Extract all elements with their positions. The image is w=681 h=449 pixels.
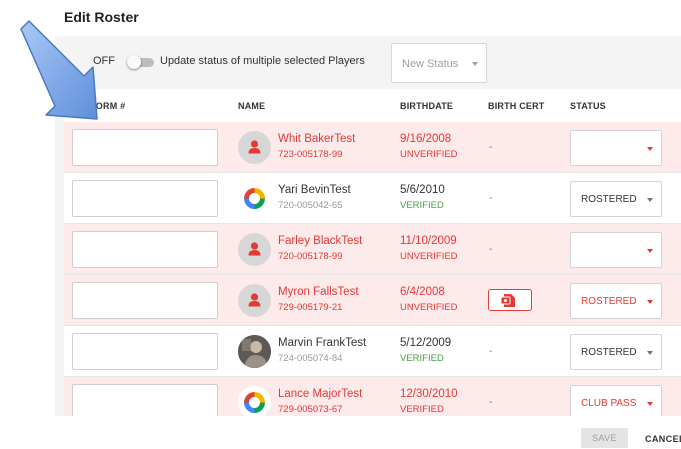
birthdate: 12/30/2010 [400, 388, 458, 400]
player-id: 724-005074-84 [278, 353, 343, 364]
status-select[interactable]: ROSTERED [570, 283, 662, 319]
person-icon [238, 131, 271, 164]
new-status-select[interactable]: New Status [391, 43, 487, 83]
chevron-down-icon [647, 249, 653, 253]
status-select[interactable] [570, 232, 662, 268]
column-header-birthdate: BIRTHDATE [400, 101, 454, 111]
player-name[interactable]: Lance MajorTest [278, 388, 362, 400]
birthdate: 9/16/2008 [400, 133, 452, 145]
player-id: 723-005178-99 [278, 149, 343, 160]
bulk-update-label: Update status of multiple selected Playe… [160, 55, 365, 67]
player-id: 729-005073-67 [278, 404, 343, 415]
status-select[interactable]: ROSTERED [570, 181, 662, 217]
uniform-number-input[interactable] [72, 129, 218, 166]
player-name[interactable]: Marvin FrankTest [278, 337, 366, 349]
verification-status: UNVERIFIED [400, 302, 458, 313]
verification-status: UNVERIFIED [400, 251, 458, 262]
player-name[interactable]: Whit BakerTest [278, 133, 355, 145]
birthdate: 5/6/2010 [400, 184, 445, 196]
status-select[interactable]: CLUB PASS [570, 385, 662, 416]
birthdate: 11/10/2009 [400, 235, 457, 247]
club-logo-icon [238, 386, 271, 416]
chevron-down-icon [647, 147, 653, 151]
column-header-uniform: UNIFORM # [74, 101, 126, 111]
person-icon [238, 233, 271, 266]
birth-cert-empty: - [489, 397, 493, 408]
column-header-status: STATUS [570, 101, 606, 111]
uniform-number-input[interactable] [72, 231, 218, 268]
player-id: 720-005178-99 [278, 251, 343, 262]
player-id: 720-005042-65 [278, 200, 343, 211]
column-header-birth-cert: BIRTH CERT [488, 101, 545, 111]
table-row: Lance MajorTest 729-005073-67 12/30/2010… [64, 377, 681, 416]
document-icon [500, 294, 515, 307]
birth-cert-button[interactable] [488, 289, 532, 311]
uniform-number-input[interactable] [72, 333, 218, 370]
status-value: ROSTERED [581, 347, 637, 358]
birthdate: 6/4/2008 [400, 286, 445, 298]
player-name[interactable]: Myron FallsTest [278, 286, 359, 298]
chevron-down-icon [647, 402, 653, 406]
chevron-down-icon [647, 198, 653, 202]
status-value: CLUB PASS [581, 398, 637, 409]
uniform-number-input[interactable] [72, 180, 218, 217]
player-name[interactable]: Farley BlackTest [278, 235, 362, 247]
save-button[interactable]: SAVE [581, 428, 628, 448]
table-row: Yari BevinTest 720-005042-65 5/6/2010 VE… [64, 173, 681, 224]
bulk-update-toggle[interactable] [127, 55, 154, 69]
table-row: Myron FallsTest 729-005179-21 6/4/2008 U… [64, 275, 681, 326]
verification-status: VERIFIED [400, 200, 444, 211]
status-value: ROSTERED [581, 296, 637, 307]
status-select[interactable] [570, 130, 662, 166]
verification-status: VERIFIED [400, 353, 444, 364]
player-photo-avatar [238, 335, 271, 368]
club-logo-icon [238, 182, 271, 215]
player-id: 729-005179-21 [278, 302, 343, 313]
page-title: Edit Roster [64, 9, 139, 25]
table-row: Marvin FrankTest 724-005074-84 5/12/2009… [64, 326, 681, 377]
verification-status: UNVERIFIED [400, 149, 458, 160]
birth-cert-empty: - [489, 142, 493, 153]
status-select[interactable]: ROSTERED [570, 334, 662, 370]
uniform-number-input[interactable] [72, 282, 218, 319]
chevron-down-icon [472, 62, 478, 66]
column-header-name: NAME [238, 101, 266, 111]
toggle-knob [127, 55, 141, 69]
birth-cert-empty: - [489, 244, 493, 255]
table-header: UNIFORM # NAME BIRTHDATE BIRTH CERT STAT… [64, 89, 681, 123]
uniform-number-input[interactable] [72, 384, 218, 416]
dialog-footer: SAVE CANCEL [0, 416, 681, 448]
roster-table: UNIFORM # NAME BIRTHDATE BIRTH CERT STAT… [64, 89, 681, 416]
player-name[interactable]: Yari BevinTest [278, 184, 351, 196]
toggle-state-label: OFF [93, 55, 115, 67]
status-value: ROSTERED [581, 194, 637, 205]
chevron-down-icon [647, 351, 653, 355]
birth-cert-empty: - [489, 193, 493, 204]
verification-status: VERIFIED [400, 404, 444, 415]
chevron-down-icon [647, 300, 653, 304]
birthdate: 5/12/2009 [400, 337, 452, 349]
birth-cert-empty: - [489, 346, 493, 357]
table-row: Farley BlackTest 720-005178-99 11/10/200… [64, 224, 681, 275]
table-row: Whit BakerTest 723-005178-99 9/16/2008 U… [64, 122, 681, 173]
new-status-placeholder: New Status [402, 58, 459, 70]
cancel-button[interactable]: CANCEL [645, 429, 681, 449]
person-icon [238, 284, 271, 317]
